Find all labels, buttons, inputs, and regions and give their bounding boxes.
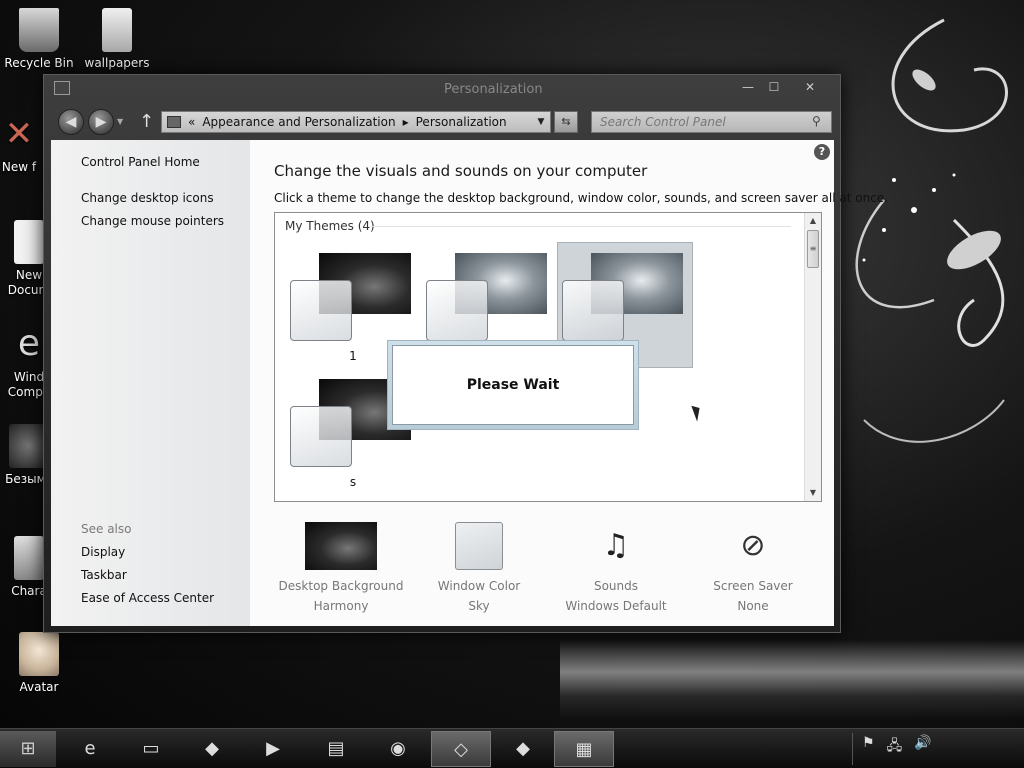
desktop-icon-recycle-bin[interactable]: Recycle Bin	[0, 8, 78, 71]
breadcrumb-appearance[interactable]: Appearance and Personalization	[202, 115, 395, 129]
window-title: Personalization	[444, 82, 543, 97]
please-wait-dialog: Please Wait	[387, 340, 639, 430]
refresh-button[interactable]: ⇆	[554, 111, 578, 133]
desktop-background-thumbnail	[305, 522, 377, 570]
sidebar-link-control-panel-home[interactable]: Control Panel Home	[81, 155, 200, 169]
network-icon[interactable]: 🖧	[887, 735, 903, 759]
please-wait-text: Please Wait	[392, 345, 634, 425]
back-arrow-icon: ◀	[65, 114, 77, 130]
theme-label: s	[349, 475, 357, 489]
search-icon[interactable]: ⚲	[812, 114, 834, 128]
taskbar-app-icon[interactable]: ◇	[431, 731, 491, 767]
sidebar-link-ease-of-access[interactable]: Ease of Access Center	[81, 591, 214, 605]
theme-color-preview	[290, 280, 352, 341]
sounds-setting[interactable]: ♫ Sounds Windows Default	[551, 522, 681, 616]
screen-saver-setting[interactable]: ⊘ Screen Saver None	[688, 522, 818, 616]
music-notes-icon: ♫	[602, 528, 630, 563]
desktop-background-setting[interactable]: Desktop Background Harmony	[276, 522, 406, 616]
breadcrumb-personalization[interactable]: Personalization	[416, 115, 507, 129]
group-header-my-themes: My Themes (4)	[285, 219, 375, 233]
taskbar-ie-icon[interactable]: e	[60, 731, 120, 767]
desktop-icon-label: wallpapers	[84, 56, 150, 70]
setting-title: Sounds	[593, 579, 639, 593]
taskbar-explorer-icon[interactable]: ▭	[121, 731, 181, 767]
taskbar-media-player-icon[interactable]: ▶	[243, 731, 303, 767]
wallpaper-glow	[560, 640, 1024, 720]
setting-value: Windows Default	[565, 599, 667, 613]
theme-color-preview	[562, 280, 624, 341]
control-panel-icon	[167, 116, 181, 128]
taskbar-app-icon[interactable]: ◆	[493, 731, 553, 767]
tray-separator	[852, 733, 853, 765]
address-dropdown-icon[interactable]: ▼	[532, 112, 550, 132]
setting-title: Window Color	[437, 579, 521, 593]
recent-pages-dropdown-icon[interactable]: ▼	[117, 117, 123, 126]
desktop-icon-wallpapers[interactable]: wallpapers	[78, 8, 156, 71]
character-map-icon	[14, 536, 44, 580]
screen-saver-none-icon: ⊘	[740, 528, 766, 563]
taskbar-app-icon[interactable]: ◆	[182, 731, 242, 767]
avatar-icon	[19, 632, 59, 676]
setting-value: None	[737, 599, 769, 613]
scroll-up-icon[interactable]: ▲	[805, 213, 821, 229]
sidebar-link-mouse-pointers[interactable]: Change mouse pointers	[81, 214, 224, 228]
document-icon	[14, 220, 44, 264]
volume-icon[interactable]: 🔊	[914, 735, 931, 759]
window-color-setting[interactable]: Window Color Sky	[414, 522, 544, 616]
theme-color-preview	[290, 406, 352, 467]
group-divider	[371, 226, 791, 227]
desktop-icon-label: Recycle Bin	[4, 56, 74, 70]
wallpaper-swirl	[824, 0, 1024, 720]
navigation-toolbar: ◀ ▶ ▼ ↑ « Appearance and Personalization…	[44, 103, 840, 139]
setting-value: Harmony	[313, 599, 369, 613]
setting-value: Sky	[468, 599, 490, 613]
page-title: Change the visuals and sounds on your co…	[274, 162, 648, 180]
minimize-button[interactable]: —	[734, 77, 762, 97]
setting-title: Screen Saver	[713, 579, 793, 593]
recycle-bin-icon	[19, 8, 59, 52]
taskbar-media-center-icon[interactable]: ◉	[368, 731, 428, 767]
taskbar: ⊞ e ▭ ◆ ▶ ▤ ◉ ◇ ◆ ▦ ⚑ 🖧 🔊	[0, 728, 1024, 768]
page-description: Click a theme to change the desktop back…	[274, 191, 888, 205]
close-button[interactable]: ✕	[796, 77, 824, 97]
desktop-icon-avatar[interactable]: Avatar	[0, 632, 78, 695]
up-arrow-icon[interactable]: ↑	[139, 111, 154, 132]
x-shape-icon: ✕	[4, 114, 34, 154]
sidebar-link-desktop-icons[interactable]: Change desktop icons	[81, 191, 214, 205]
scroll-down-icon[interactable]: ▼	[805, 485, 821, 501]
setting-title: Desktop Background	[278, 579, 404, 593]
back-button[interactable]: ◀	[58, 109, 84, 135]
window-color-swatch	[455, 522, 503, 570]
sidebar-link-display[interactable]: Display	[81, 545, 125, 559]
help-icon[interactable]: ?	[814, 144, 830, 160]
search-input[interactable]: Search Control Panel	[591, 111, 832, 133]
forward-arrow-icon: ▶	[95, 114, 107, 130]
desktop-icon-label: Avatar	[19, 680, 59, 694]
taskbar-document-icon[interactable]: ▤	[306, 731, 366, 767]
theme-color-preview	[426, 280, 488, 341]
see-also-heading: See also	[81, 522, 132, 536]
sidebar-link-taskbar[interactable]: Taskbar	[81, 568, 127, 582]
maximize-button[interactable]: ☐	[760, 77, 788, 97]
breadcrumb-arrow-icon[interactable]: ▸	[403, 115, 409, 129]
window-icon	[54, 81, 70, 95]
system-tray: ⚑ 🖧 🔊	[862, 735, 932, 759]
scroll-thumb[interactable]: ≡	[807, 230, 819, 268]
breadcrumb-overflow[interactable]: «	[188, 115, 195, 129]
theme-list-scrollbar[interactable]: ▲ ≡ ▼	[804, 213, 821, 501]
sidebar: Control Panel Home Change desktop icons …	[51, 140, 250, 626]
address-bar[interactable]: « Appearance and Personalization ▸ Perso…	[161, 111, 551, 133]
taskbar-control-panel-icon[interactable]: ▦	[554, 731, 614, 767]
folder-icon	[102, 8, 132, 52]
start-button[interactable]: ⊞	[0, 731, 56, 767]
forward-button[interactable]: ▶	[88, 109, 114, 135]
action-center-flag-icon[interactable]: ⚑	[862, 735, 875, 759]
title-bar[interactable]: Personalization — ☐ ✕	[44, 75, 840, 103]
refresh-icon: ⇆	[561, 115, 571, 128]
